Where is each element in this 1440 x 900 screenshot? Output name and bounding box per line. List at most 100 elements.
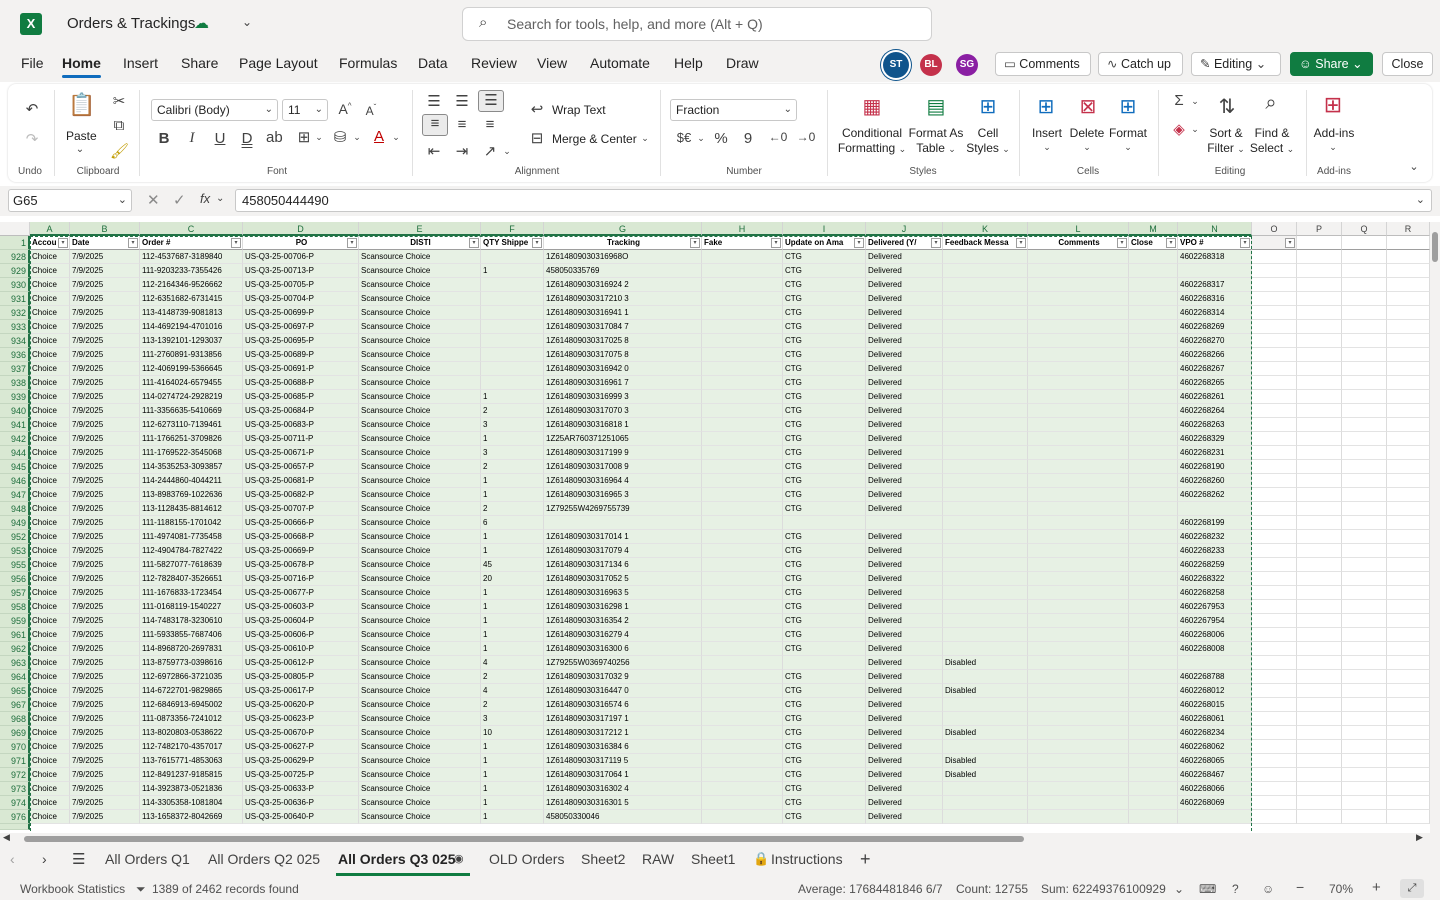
table-cell[interactable]: Choice xyxy=(30,404,70,418)
table-cell[interactable]: 4602268788 xyxy=(1178,670,1252,684)
sheet-tab[interactable]: All Orders Q2 025 xyxy=(208,851,320,867)
table-cell[interactable]: Delivered xyxy=(866,754,943,768)
table-cell[interactable]: CTG xyxy=(783,810,866,824)
table-cell[interactable]: Scansource Choice xyxy=(359,474,481,488)
table-cell[interactable] xyxy=(1297,628,1342,642)
table-cell[interactable] xyxy=(1342,278,1387,292)
accessibility-icon[interactable]: ☺ xyxy=(1262,882,1274,896)
table-cell[interactable]: 111-0873356-7241012 xyxy=(140,712,243,726)
table-cell[interactable]: 4602268316 xyxy=(1178,292,1252,306)
table-cell[interactable]: Disabled xyxy=(943,754,1028,768)
table-cell[interactable]: 4602268266 xyxy=(1178,348,1252,362)
row-header[interactable]: 1 xyxy=(0,236,30,250)
table-cell[interactable] xyxy=(943,712,1028,726)
comments-button[interactable]: ▭ Comments xyxy=(995,52,1091,76)
vertical-scrollbar[interactable] xyxy=(1430,222,1440,834)
table-cell[interactable]: Scansource Choice xyxy=(359,600,481,614)
table-cell[interactable]: Scansource Choice xyxy=(359,796,481,810)
table-cell[interactable] xyxy=(1297,698,1342,712)
table-cell[interactable] xyxy=(1252,264,1297,278)
table-cell[interactable]: Delivered xyxy=(866,488,943,502)
table-cell[interactable] xyxy=(1129,530,1178,544)
delete-cells-icon[interactable]: ⊠ xyxy=(1076,94,1100,119)
table-cell[interactable]: US-Q3-25-00623-P xyxy=(243,712,359,726)
table-cell[interactable]: 1Z614809030316961 7 xyxy=(544,376,702,390)
format-cells-icon[interactable]: ⊞ xyxy=(1116,94,1140,119)
table-cell[interactable]: 1Z614809030316942 0 xyxy=(544,362,702,376)
row-header[interactable]: 934 xyxy=(0,334,30,348)
table-cell[interactable] xyxy=(1387,782,1430,796)
table-cell[interactable] xyxy=(1297,320,1342,334)
table-cell[interactable] xyxy=(1129,376,1178,390)
insert-function-icon[interactable]: fx xyxy=(200,191,210,206)
row-header[interactable]: 976 xyxy=(0,810,30,824)
table-cell[interactable] xyxy=(1129,698,1178,712)
table-cell[interactable]: 1Z614809030316964 4 xyxy=(544,474,702,488)
row-header[interactable]: 971 xyxy=(0,754,30,768)
table-cell[interactable] xyxy=(943,586,1028,600)
table-cell[interactable]: Choice xyxy=(30,628,70,642)
table-cell[interactable]: Choice xyxy=(30,670,70,684)
table-cell[interactable]: Delivered xyxy=(866,558,943,572)
table-cell[interactable]: 7/9/2025 xyxy=(70,446,140,460)
table-cell[interactable]: 4602268267 xyxy=(1178,362,1252,376)
table-cell[interactable]: Choice xyxy=(30,684,70,698)
select-all-corner[interactable] xyxy=(0,222,30,236)
table-cell[interactable]: Scansource Choice xyxy=(359,740,481,754)
table-cell[interactable] xyxy=(1252,614,1297,628)
sheet-tab[interactable]: OLD Orders xyxy=(489,851,564,867)
sheet-tab[interactable]: All Orders Q1 xyxy=(105,851,190,867)
table-cell[interactable] xyxy=(1387,474,1430,488)
table-cell[interactable] xyxy=(1129,250,1178,264)
table-cell[interactable] xyxy=(1252,516,1297,530)
table-cell[interactable]: 1Z25AR760371251065 xyxy=(544,432,702,446)
table-cell[interactable] xyxy=(1342,390,1387,404)
table-cell[interactable]: US-Q3-25-00683-P xyxy=(243,418,359,432)
sheet-tab[interactable]: Instructions xyxy=(771,851,843,867)
filter-dropdown-icon[interactable]: ▾ xyxy=(128,238,138,248)
row-header[interactable]: 945 xyxy=(0,460,30,474)
row-header[interactable]: 938 xyxy=(0,376,30,390)
row-header[interactable]: 931 xyxy=(0,292,30,306)
menu-view[interactable]: View xyxy=(537,55,567,71)
align-middle-icon[interactable]: ☰ xyxy=(452,92,472,110)
table-cell[interactable]: 1 xyxy=(481,614,544,628)
table-cell[interactable] xyxy=(1342,600,1387,614)
filter-dropdown-icon[interactable]: ▾ xyxy=(854,238,864,248)
table-cell[interactable]: Scansource Choice xyxy=(359,628,481,642)
table-cell[interactable] xyxy=(1028,362,1129,376)
sheet-tab[interactable]: Sheet2 xyxy=(581,851,625,867)
column-header[interactable]: O xyxy=(1252,222,1297,236)
table-cell[interactable]: 113-8983769-1022636 xyxy=(140,488,243,502)
table-cell[interactable]: Delivered xyxy=(866,334,943,348)
table-cell[interactable]: Scansource Choice xyxy=(359,460,481,474)
table-cell[interactable]: 112-4904784-7827422 xyxy=(140,544,243,558)
all-sheets-icon[interactable]: ☰ xyxy=(72,850,85,868)
table-cell[interactable]: 1Z614809030317197 1 xyxy=(544,712,702,726)
table-cell[interactable]: 7/9/2025 xyxy=(70,376,140,390)
table-cell[interactable]: 7/9/2025 xyxy=(70,754,140,768)
table-cell[interactable] xyxy=(1297,642,1342,656)
table-cell[interactable] xyxy=(1252,726,1297,740)
table-cell[interactable] xyxy=(1387,796,1430,810)
table-cell[interactable]: Scansource Choice xyxy=(359,306,481,320)
row-header[interactable]: 929 xyxy=(0,264,30,278)
table-cell[interactable] xyxy=(1129,684,1178,698)
table-cell[interactable]: 111-2760891-9313856 xyxy=(140,348,243,362)
table-cell[interactable]: US-Q3-25-00606-P xyxy=(243,628,359,642)
table-cell[interactable] xyxy=(1028,600,1129,614)
table-cell[interactable]: 4602267954 xyxy=(1178,614,1252,628)
table-cell[interactable] xyxy=(1252,376,1297,390)
table-cell[interactable]: 111-5933855-7687406 xyxy=(140,628,243,642)
table-cell[interactable]: 7/9/2025 xyxy=(70,320,140,334)
add-ins-button[interactable]: Add-ins xyxy=(1312,126,1356,141)
table-cell[interactable]: 7/9/2025 xyxy=(70,796,140,810)
table-cell[interactable] xyxy=(1028,530,1129,544)
table-cell[interactable]: 7/9/2025 xyxy=(70,642,140,656)
table-cell[interactable]: 111-4974081-7735458 xyxy=(140,530,243,544)
table-cell[interactable] xyxy=(1297,726,1342,740)
table-cell[interactable]: Scansource Choice xyxy=(359,670,481,684)
table-cell[interactable] xyxy=(1028,782,1129,796)
row-header[interactable]: 928 xyxy=(0,250,30,264)
table-cell[interactable]: 4602267953 xyxy=(1178,600,1252,614)
